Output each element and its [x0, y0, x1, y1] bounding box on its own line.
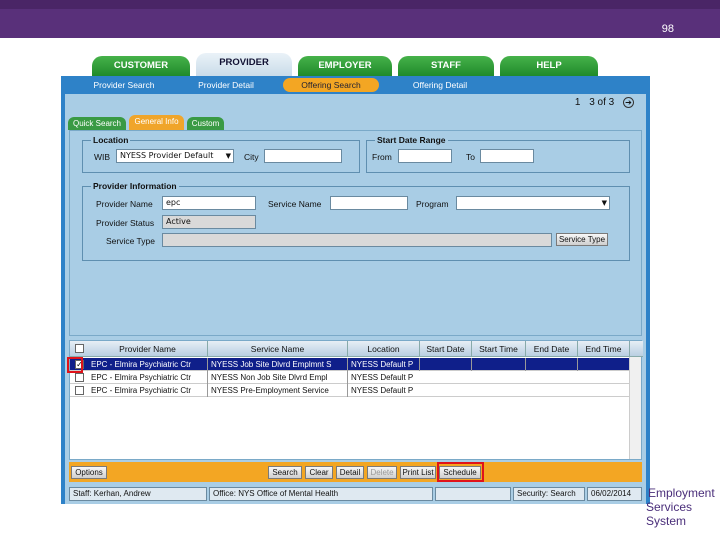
- row-location: NYESS Default P: [348, 358, 420, 371]
- row-checkbox[interactable]: [75, 373, 84, 382]
- subnav-provider-detail[interactable]: Provider Detail: [183, 78, 269, 92]
- subnav-provider-search[interactable]: Provider Search: [71, 78, 177, 92]
- service-type-field: [162, 233, 552, 247]
- sub-navigation: Provider Search Provider Detail Offering…: [61, 76, 650, 94]
- provider-name-input[interactable]: epc: [162, 196, 256, 210]
- logo-line-2: Services System: [646, 500, 693, 528]
- results-scrollbar[interactable]: [629, 357, 641, 459]
- next-arrow-icon[interactable]: ➔: [623, 97, 634, 108]
- row-service-name: NYESS Pre-Employment Service: [208, 384, 348, 397]
- application-window: Provider Search Provider Detail Offering…: [61, 76, 650, 504]
- provider-status-label: Provider Status: [96, 218, 155, 228]
- action-bar: Options Search Clear Detail Delete Print…: [69, 462, 642, 482]
- tab-employer[interactable]: EMPLOYER: [298, 56, 392, 76]
- column-header-end-time[interactable]: End Time: [578, 341, 630, 357]
- checkbox-highlight: [67, 357, 83, 373]
- to-date-input[interactable]: [480, 149, 534, 163]
- status-staff: Staff: Kerhan, Andrew: [69, 487, 207, 501]
- column-header-end-date[interactable]: End Date: [526, 341, 578, 357]
- city-label: City: [244, 152, 259, 162]
- provider-status-field[interactable]: Active: [162, 215, 256, 229]
- chevron-down-icon: ▼: [225, 152, 231, 160]
- detail-button[interactable]: Detail: [336, 466, 364, 479]
- table-row[interactable]: EPC - Elmira Psychiatric Ctr NYESS Pre-E…: [70, 384, 630, 397]
- row-end-date: [526, 358, 578, 371]
- tab-provider[interactable]: PROVIDER: [196, 53, 292, 77]
- table-row[interactable]: EPC - Elmira Psychiatric Ctr NYESS Non J…: [70, 371, 630, 384]
- pager-count: 3 of 3: [589, 97, 615, 108]
- row-provider-name: EPC - Elmira Psychiatric Ctr: [88, 384, 208, 397]
- tab-general-info[interactable]: General Info: [129, 115, 184, 130]
- subnav-offering-search[interactable]: Offering Search: [283, 78, 379, 92]
- offering-search-panel: 1 3 of 3 ➔ Quick Search General Info Cus…: [65, 94, 646, 504]
- city-input[interactable]: [264, 149, 342, 163]
- pager-range: 1: [574, 97, 581, 108]
- column-header-provider-name[interactable]: Provider Name: [88, 341, 208, 357]
- results-table-header: Provider Name Service Name Location Star…: [70, 341, 643, 357]
- from-label: From: [372, 152, 392, 162]
- program-select[interactable]: ▼: [456, 196, 610, 210]
- location-legend: Location: [93, 135, 129, 145]
- select-all-checkbox[interactable]: [75, 344, 84, 353]
- employment-services-logo: Employment Services System: [560, 484, 715, 528]
- provider-information-legend: Provider Information: [93, 181, 177, 191]
- column-header-location[interactable]: Location: [348, 341, 420, 357]
- schedule-highlight: [437, 462, 484, 482]
- row-provider-name: EPC - Elmira Psychiatric Ctr: [88, 371, 208, 384]
- provider-name-label: Provider Name: [96, 199, 153, 209]
- clear-button[interactable]: Clear: [305, 466, 333, 479]
- wib-label: WIB: [94, 152, 111, 162]
- status-blank: [435, 487, 511, 501]
- tab-customer[interactable]: CUSTOMER: [92, 56, 190, 76]
- row-checkbox[interactable]: [75, 386, 84, 395]
- row-location: NYESS Default P: [351, 373, 414, 382]
- row-start-date: [420, 358, 472, 371]
- tab-quick-search[interactable]: Quick Search: [68, 117, 126, 130]
- chevron-down-icon: ▼: [601, 199, 607, 207]
- service-type-label: Service Type: [106, 236, 155, 246]
- row-provider-name: EPC - Elmira Psychiatric Ctr: [88, 358, 208, 371]
- row-end-time: [578, 358, 630, 371]
- service-name-input[interactable]: [330, 196, 408, 210]
- start-date-range-legend: Start Date Range: [377, 135, 446, 145]
- column-header-start-time[interactable]: Start Time: [472, 341, 526, 357]
- status-office: Office: NYS Office of Mental Health: [209, 487, 433, 501]
- from-date-input[interactable]: [398, 149, 452, 163]
- tab-custom[interactable]: Custom: [187, 117, 224, 130]
- pager: 1 3 of 3 ➔: [575, 97, 634, 108]
- wib-select[interactable]: NYESS Provider Default ▼: [116, 149, 234, 163]
- wib-value: NYESS Provider Default: [120, 151, 214, 160]
- column-header-start-date[interactable]: Start Date: [420, 341, 472, 357]
- search-criteria-form: Location WIB NYESS Provider Default ▼ Ci…: [69, 130, 642, 336]
- service-name-label: Service Name: [268, 199, 322, 209]
- row-service-name: NYESS Job Site Dlvrd Emplmnt S: [208, 358, 348, 371]
- search-button[interactable]: Search: [268, 466, 302, 479]
- slide-page-number: 98: [661, 23, 674, 35]
- logo-line-1: Employment: [648, 486, 715, 500]
- service-type-button[interactable]: Service Type: [556, 233, 608, 246]
- print-list-button[interactable]: Print List: [400, 466, 436, 479]
- slide-header-bar: 98: [0, 0, 720, 38]
- row-location: NYESS Default P: [351, 386, 414, 395]
- column-header-service-name[interactable]: Service Name: [208, 341, 348, 357]
- status-bar: Staff: Kerhan, Andrew Office: NYS Office…: [69, 487, 642, 501]
- row-start-time: [472, 358, 526, 371]
- to-label: To: [466, 152, 475, 162]
- tab-help[interactable]: HELP: [500, 56, 598, 76]
- table-row[interactable]: ✓ EPC - Elmira Psychiatric Ctr NYESS Job…: [70, 358, 630, 371]
- results-table: Provider Name Service Name Location Star…: [69, 340, 643, 460]
- row-service-name: NYESS Non Job Site Dlvrd Empl: [208, 371, 348, 384]
- subnav-offering-detail[interactable]: Offering Detail: [397, 78, 483, 92]
- program-label: Program: [416, 199, 449, 209]
- options-button[interactable]: Options: [71, 466, 107, 479]
- delete-button[interactable]: Delete: [367, 466, 397, 479]
- tab-staff[interactable]: STAFF: [398, 56, 494, 76]
